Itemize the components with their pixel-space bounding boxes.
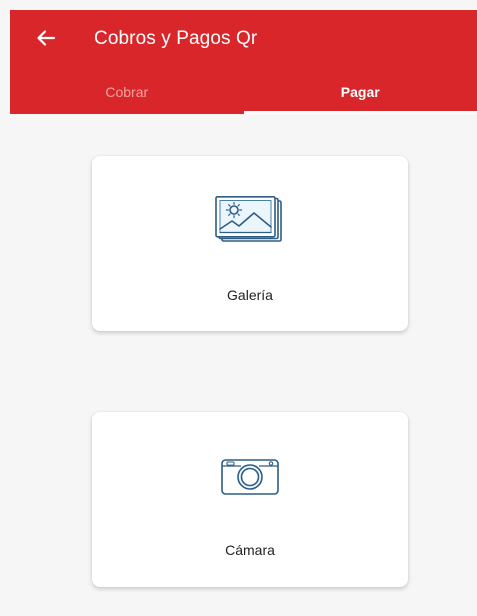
- app-screen: Cobros y Pagos Qr Cobrar Pagar Galería C…: [0, 0, 477, 616]
- tab-pagar-label: Pagar: [340, 84, 380, 100]
- camera-option-card[interactable]: Cámara: [92, 412, 408, 587]
- arrow-left-icon: [37, 30, 56, 46]
- camera-icon: [221, 459, 279, 495]
- tab-cobrar[interactable]: Cobrar: [10, 74, 244, 114]
- tab-cobrar-label: Cobrar: [105, 84, 149, 100]
- gallery-label: Galería: [227, 287, 273, 303]
- gallery-option-card[interactable]: Galería: [92, 156, 408, 331]
- toolbar: Cobros y Pagos Qr: [10, 10, 477, 68]
- tab-bar: Cobrar Pagar: [10, 74, 477, 114]
- page-title: Cobros y Pagos Qr: [94, 28, 258, 49]
- back-button[interactable]: [32, 24, 60, 52]
- active-tab-indicator: [243, 111, 477, 114]
- image-gallery-icon: [215, 196, 282, 242]
- camera-label: Cámara: [225, 542, 275, 558]
- tab-pagar[interactable]: Pagar: [243, 74, 477, 114]
- app-bar: Cobros y Pagos Qr Cobrar Pagar: [10, 10, 477, 114]
